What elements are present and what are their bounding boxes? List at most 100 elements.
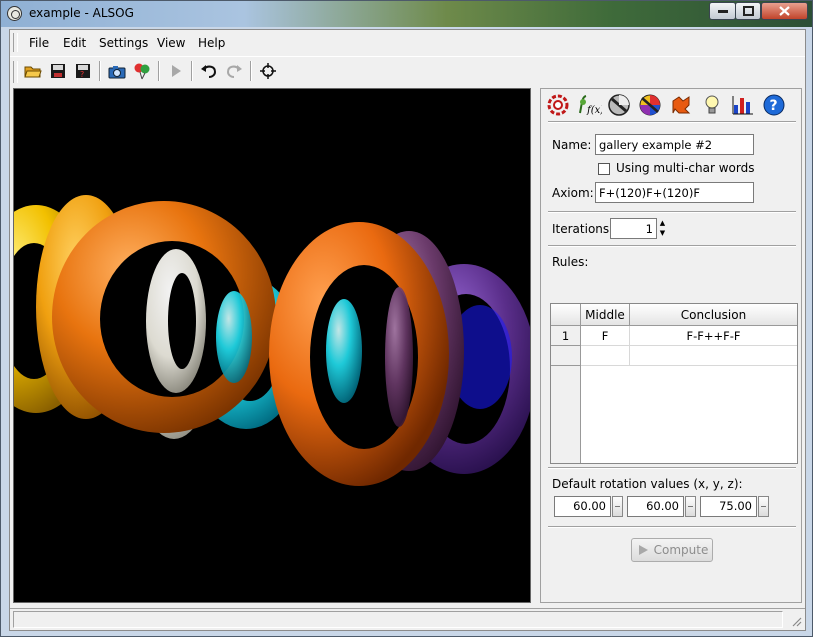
divider [548, 526, 796, 528]
toolbar-separator [158, 61, 160, 81]
spin-up-icon[interactable]: ▲ [657, 218, 668, 228]
spin-down-icon[interactable]: ▼ [657, 228, 668, 238]
divider [548, 467, 796, 469]
save-button[interactable] [47, 60, 69, 82]
name-label: Name: [552, 138, 592, 152]
balloons-icon [134, 63, 150, 80]
tab-statistics[interactable] [729, 91, 757, 119]
multichar-checkbox[interactable] [598, 163, 610, 175]
screenshot-button[interactable] [106, 60, 128, 82]
divider [548, 121, 796, 123]
rotation-y-slider[interactable] [685, 496, 696, 517]
center-view-button[interactable] [257, 60, 279, 82]
axiom-input[interactable] [595, 182, 754, 203]
open-button[interactable] [22, 60, 44, 82]
rules-table[interactable]: Middle Conclusion 1 F F-F++F-F [550, 303, 798, 464]
row-header-empty[interactable] [551, 346, 581, 366]
rule-middle-cell-empty[interactable] [581, 346, 630, 366]
minimize-button[interactable] [709, 2, 736, 20]
rotation-x-slider[interactable] [612, 496, 623, 517]
menu-file[interactable]: File [29, 36, 49, 50]
divider [548, 245, 796, 247]
torus-render [14, 195, 530, 486]
tab-texture[interactable] [667, 91, 695, 119]
title-bar[interactable]: example - ALSOG [1, 1, 812, 27]
texture-tab-icon [672, 96, 691, 114]
table-corner [551, 304, 581, 326]
properties-panel: f(x) ? Name: Using m [540, 88, 802, 603]
menu-edit[interactable]: Edit [63, 36, 86, 50]
statistics-tab-icon [732, 96, 753, 115]
rotation-x-input[interactable]: 60.00 [554, 496, 611, 517]
tab-lsystem[interactable] [544, 91, 572, 119]
status-field [13, 611, 783, 628]
client-area: File Edit Settings View Help ? f(x ? Nam… [9, 29, 806, 631]
menu-settings[interactable]: Settings [99, 36, 148, 50]
menu-help[interactable]: Help [198, 36, 225, 50]
svg-text:?: ? [770, 98, 778, 114]
tab-help[interactable]: ? [760, 91, 788, 119]
tab-lighting[interactable] [698, 91, 726, 119]
maximize-icon [742, 6, 754, 16]
redo-button[interactable] [223, 60, 245, 82]
open-folder-icon [24, 66, 42, 78]
minimize-icon [717, 10, 728, 13]
multichar-label: Using multi-char words [616, 161, 755, 175]
rotation-z-slider[interactable] [758, 496, 769, 517]
rule-conclusion-cell-empty[interactable] [630, 346, 797, 366]
functions-tab-icon: f(x) [579, 95, 602, 116]
undo-icon [201, 65, 217, 78]
tab-functions[interactable]: f(x) [575, 91, 603, 119]
save-icon [51, 64, 65, 78]
rules-label: Rules: [552, 255, 589, 269]
divider [548, 211, 796, 213]
lsystem-tab-icon [547, 94, 569, 116]
rule-conclusion-cell[interactable]: F-F++F-F [630, 326, 797, 346]
save-as-icon: ? [76, 64, 90, 79]
help-tab-icon: ? [763, 94, 785, 116]
compute-button[interactable]: Compute [631, 538, 713, 562]
menu-view[interactable]: View [157, 36, 185, 50]
svg-text:?: ? [80, 70, 84, 79]
gallery-button[interactable] [131, 60, 153, 82]
toolbar-grip[interactable] [13, 61, 18, 83]
render-button[interactable] [165, 60, 187, 82]
rotation-z-input[interactable]: 75.00 [700, 496, 757, 517]
maximize-button[interactable] [735, 2, 761, 20]
torus-orange-left [52, 201, 276, 433]
iterations-spinner[interactable]: ▲ ▼ [657, 218, 668, 239]
column-header-conclusion[interactable]: Conclusion [630, 304, 797, 326]
app-window: example - ALSOG File Edit Settings View … [0, 0, 813, 637]
column-header-middle[interactable]: Middle [581, 304, 630, 326]
menu-bar: File Edit Settings View Help [10, 30, 805, 55]
close-button[interactable] [761, 2, 808, 20]
rotation-y-input[interactable]: 60.00 [627, 496, 684, 517]
render-viewport[interactable] [13, 88, 531, 603]
tab-colors[interactable] [636, 91, 664, 119]
toolbar-separator [99, 61, 101, 81]
undo-button[interactable] [198, 60, 220, 82]
iterations-input[interactable] [610, 218, 657, 239]
app-icon[interactable] [7, 6, 22, 21]
name-input[interactable] [595, 134, 754, 155]
camera-icon [108, 65, 126, 78]
iterations-label: Iterations: [552, 222, 614, 236]
row-header[interactable]: 1 [551, 326, 581, 346]
resize-grip-icon[interactable] [790, 615, 802, 627]
axiom-label: Axiom: [552, 186, 594, 200]
toolbar: ? [10, 56, 805, 87]
toolbar-separator [191, 61, 193, 81]
play-icon [638, 545, 648, 555]
row-header-filler [551, 366, 581, 463]
crosshair-icon [260, 63, 276, 79]
tab-shape[interactable] [605, 91, 633, 119]
light-bulb-tab-icon [705, 95, 719, 114]
save-as-button[interactable]: ? [72, 60, 94, 82]
play-icon [172, 65, 181, 77]
window-title: example - ALSOG [29, 6, 134, 20]
svg-text:f(x): f(x) [586, 105, 602, 116]
menubar-grip[interactable] [13, 33, 18, 52]
rotation-label: Default rotation values (x, y, z): [552, 477, 743, 491]
rule-middle-cell[interactable]: F [581, 326, 630, 346]
compute-label: Compute [653, 543, 709, 557]
